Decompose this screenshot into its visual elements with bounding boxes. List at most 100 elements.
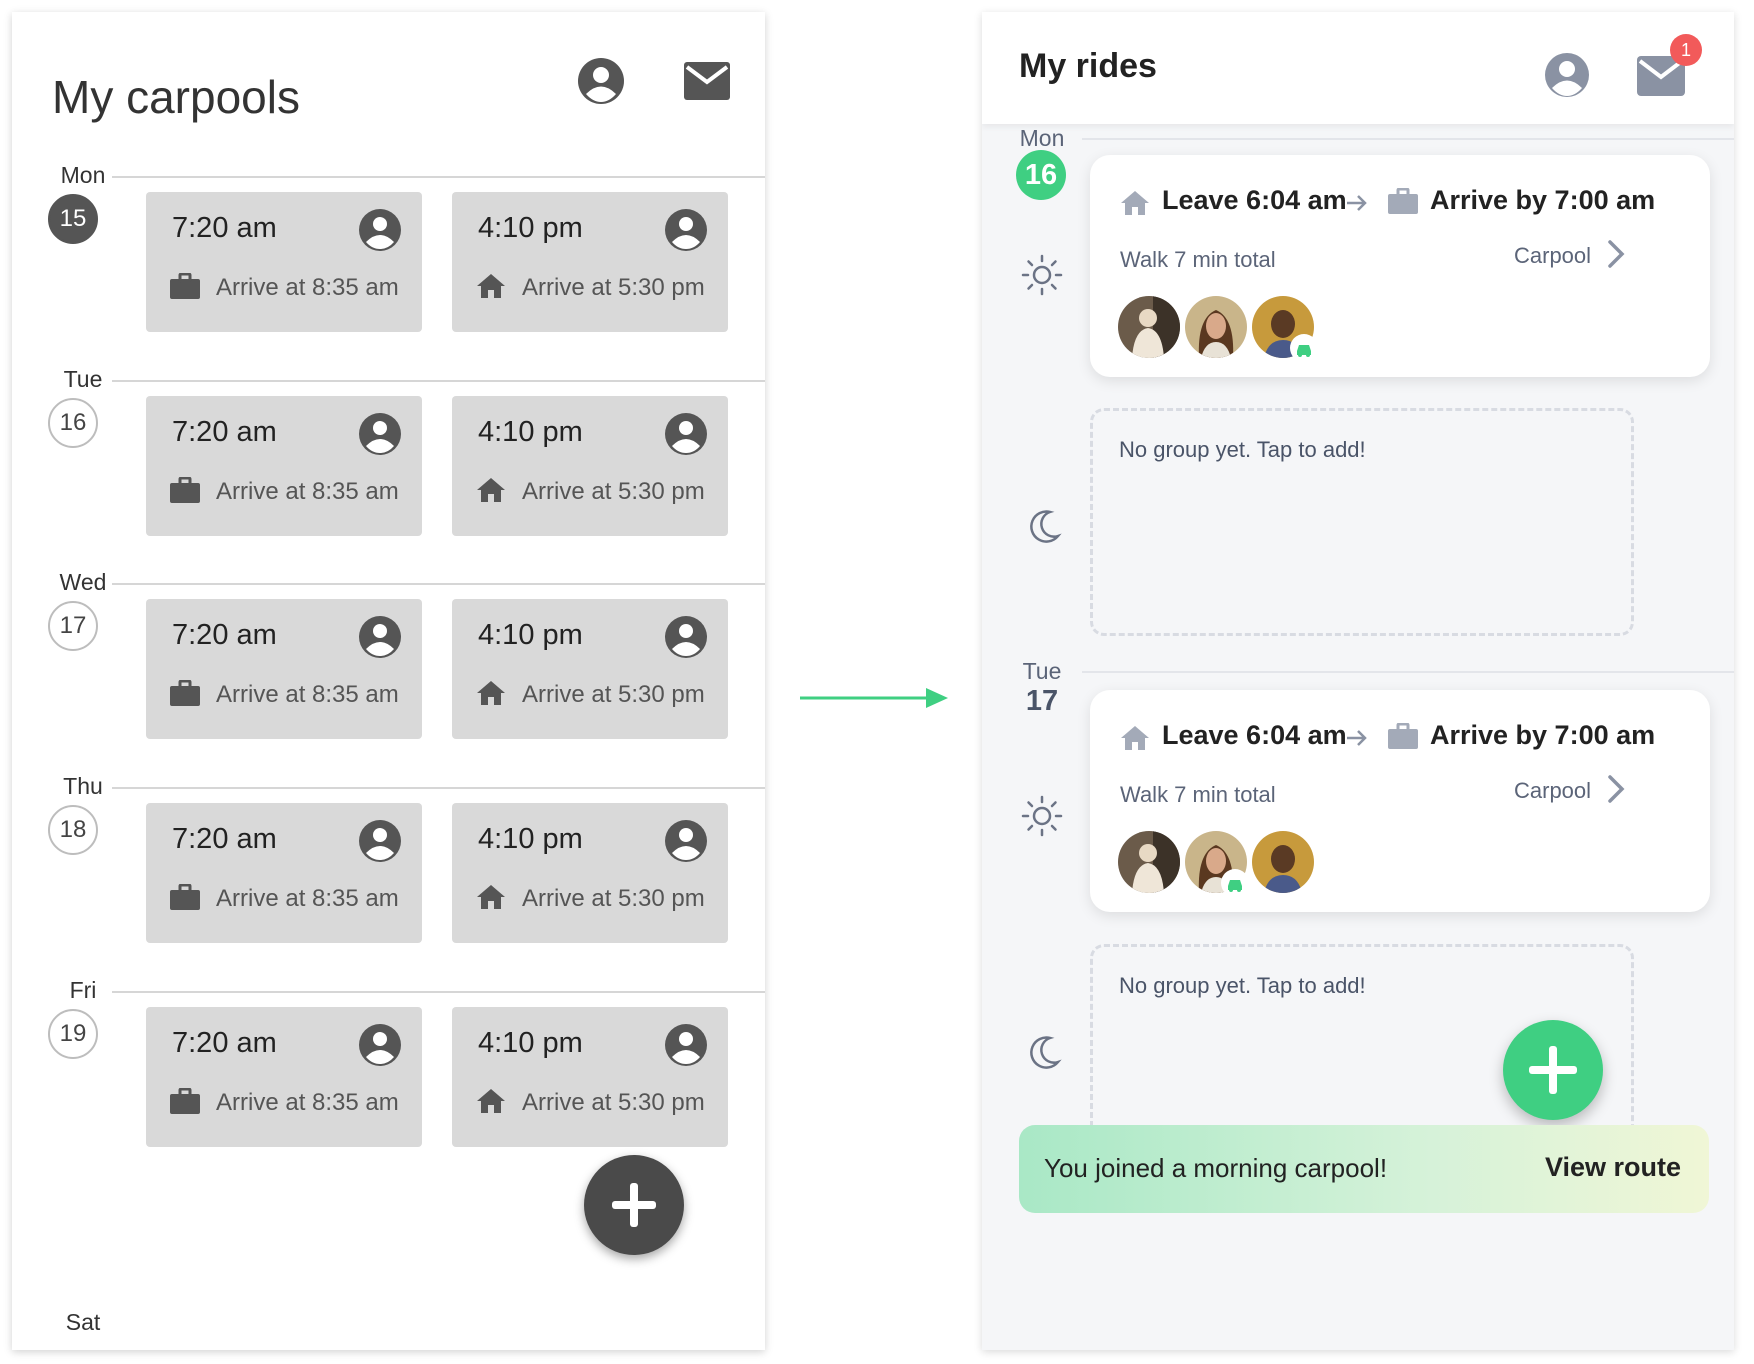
plus-icon — [1529, 1046, 1577, 1094]
day-row-thu: Thu 18 7:20 am Arrive at 8:35 am 4:10 pm… — [12, 773, 765, 1001]
divider — [112, 176, 765, 178]
briefcase-icon — [1388, 723, 1418, 749]
morning-carpool-card[interactable]: 7:20 am Arrive at 8:35 am — [146, 599, 422, 739]
ride-type-label[interactable]: Carpool — [1514, 778, 1591, 804]
profile-icon[interactable] — [577, 57, 625, 105]
day-number[interactable]: 16 — [48, 398, 98, 448]
divider — [112, 991, 765, 993]
arrow-right-icon — [1347, 195, 1367, 211]
mail-icon[interactable] — [684, 62, 730, 100]
home-icon — [477, 1089, 505, 1113]
card-time: 4:10 pm — [478, 823, 583, 855]
add-group-placeholder-mon[interactable]: No group yet. Tap to add! — [1090, 408, 1634, 636]
toast-message: You joined a morning carpool! — [1044, 1153, 1388, 1183]
divider — [112, 787, 765, 789]
card-time: 4:10 pm — [478, 212, 583, 244]
day-name: Thu — [63, 773, 103, 799]
home-icon — [477, 478, 505, 502]
day-number[interactable]: 15 — [48, 194, 98, 244]
briefcase-icon — [170, 273, 200, 299]
card-arrival: Arrive at 5:30 pm — [522, 1089, 705, 1116]
card-arrival: Arrive at 8:35 am — [216, 478, 399, 505]
card-time: 7:20 am — [172, 212, 277, 244]
driver-avatar-icon — [665, 1024, 707, 1066]
day-name: Fri — [69, 977, 97, 1003]
card-arrival: Arrive at 5:30 pm — [522, 885, 705, 912]
morning-carpool-card[interactable]: 7:20 am Arrive at 8:35 am — [146, 396, 422, 536]
rider-avatar-driver[interactable] — [1185, 831, 1249, 897]
card-time: 7:20 am — [172, 416, 277, 448]
briefcase-icon — [170, 477, 200, 503]
evening-carpool-card[interactable]: 4:10 pm Arrive at 5:30 pm — [452, 1007, 728, 1147]
ride-card-morning-mon[interactable]: Leave 6:04 am Arrive by 7:00 am Walk 7 m… — [1090, 155, 1710, 377]
driver-avatar-icon — [665, 209, 707, 251]
driver-badge — [1290, 334, 1318, 362]
success-toast: You joined a morning carpool! View route — [1019, 1125, 1709, 1213]
briefcase-icon — [170, 680, 200, 706]
card-arrival: Arrive at 5:30 pm — [522, 681, 705, 708]
morning-carpool-card[interactable]: 7:20 am Arrive at 8:35 am — [146, 803, 422, 943]
card-time: 4:10 pm — [478, 416, 583, 448]
divider — [1082, 671, 1734, 673]
day-row-mon: Mon 15 7:20 am Arrive at 8:35 am 4:10 pm… — [12, 162, 765, 390]
sun-icon — [1021, 795, 1063, 837]
card-arrival: Arrive at 5:30 pm — [522, 478, 705, 505]
divider — [112, 583, 765, 585]
card-time: 4:10 pm — [478, 619, 583, 651]
view-route-button[interactable]: View route — [1545, 1152, 1681, 1183]
day-number-selected[interactable]: 16 — [1016, 150, 1066, 200]
walk-duration: Walk 7 min total — [1120, 782, 1276, 807]
card-arrival: Arrive at 8:35 am — [216, 885, 399, 912]
evening-carpool-card[interactable]: 4:10 pm Arrive at 5:30 pm — [452, 803, 728, 943]
add-ride-button[interactable] — [1503, 1020, 1603, 1120]
wireframe-screen: My carpools Mon 15 7:20 am Arrive at 8:3… — [12, 12, 765, 1350]
ride-type-label[interactable]: Carpool — [1514, 243, 1591, 269]
app-header: My rides 1 — [982, 12, 1734, 124]
day-number[interactable]: 18 — [48, 805, 98, 855]
car-icon — [1228, 880, 1242, 892]
chevron-right-icon[interactable] — [1605, 239, 1627, 269]
rider-avatar[interactable] — [1118, 296, 1180, 358]
day-number[interactable]: 17 — [48, 601, 98, 651]
arrive-time: Arrive by 7:00 am — [1430, 185, 1656, 215]
driver-avatar-icon — [359, 616, 401, 658]
morning-carpool-card[interactable]: 7:20 am Arrive at 8:35 am — [146, 192, 422, 332]
briefcase-icon — [1388, 188, 1418, 214]
sun-icon — [1021, 254, 1063, 296]
day-number[interactable]: 17 — [1012, 685, 1072, 718]
walk-duration: Walk 7 min total — [1120, 247, 1276, 272]
day-row-tue: Tue 16 7:20 am Arrive at 8:35 am 4:10 pm… — [12, 366, 765, 594]
briefcase-icon — [170, 884, 200, 910]
chevron-right-icon[interactable] — [1605, 774, 1627, 804]
driver-avatar-icon — [359, 820, 401, 862]
profile-icon[interactable] — [1544, 52, 1590, 98]
day-number[interactable]: 19 — [48, 1009, 98, 1059]
driver-avatar-icon — [665, 820, 707, 862]
hifi-screen: My rides 1 Mon 16 Leave 6:04 am Arrive b… — [982, 12, 1734, 1350]
rider-avatar-driver[interactable] — [1252, 296, 1318, 362]
rider-avatar[interactable] — [1185, 296, 1247, 358]
arrive-time: Arrive by 7:00 am — [1430, 720, 1656, 750]
card-arrival: Arrive at 8:35 am — [216, 681, 399, 708]
day-name: Tue — [63, 366, 103, 392]
driver-badge — [1221, 869, 1249, 897]
leave-time: Leave 6:04 am — [1162, 185, 1347, 215]
evening-carpool-card[interactable]: 4:10 pm Arrive at 5:30 pm — [452, 396, 728, 536]
add-carpool-button[interactable] — [584, 1155, 684, 1255]
rider-avatar[interactable] — [1118, 831, 1180, 893]
ride-card-morning-tue[interactable]: Leave 6:04 am Arrive by 7:00 am Walk 7 m… — [1090, 690, 1710, 912]
driver-avatar-icon — [665, 616, 707, 658]
day-name: Tue — [1022, 658, 1062, 684]
plus-icon — [612, 1183, 656, 1227]
evening-carpool-card[interactable]: 4:10 pm Arrive at 5:30 pm — [452, 192, 728, 332]
divider — [112, 380, 765, 382]
card-arrival: Arrive at 8:35 am — [216, 274, 399, 301]
evening-carpool-card[interactable]: 4:10 pm Arrive at 5:30 pm — [452, 599, 728, 739]
empty-state-text: No group yet. Tap to add! — [1119, 437, 1366, 462]
home-icon — [1121, 191, 1149, 215]
notification-badge: 1 — [1670, 34, 1702, 66]
rider-avatar[interactable] — [1252, 831, 1314, 893]
page-title: My carpools — [52, 71, 300, 123]
morning-carpool-card[interactable]: 7:20 am Arrive at 8:35 am — [146, 1007, 422, 1147]
briefcase-icon — [170, 1088, 200, 1114]
